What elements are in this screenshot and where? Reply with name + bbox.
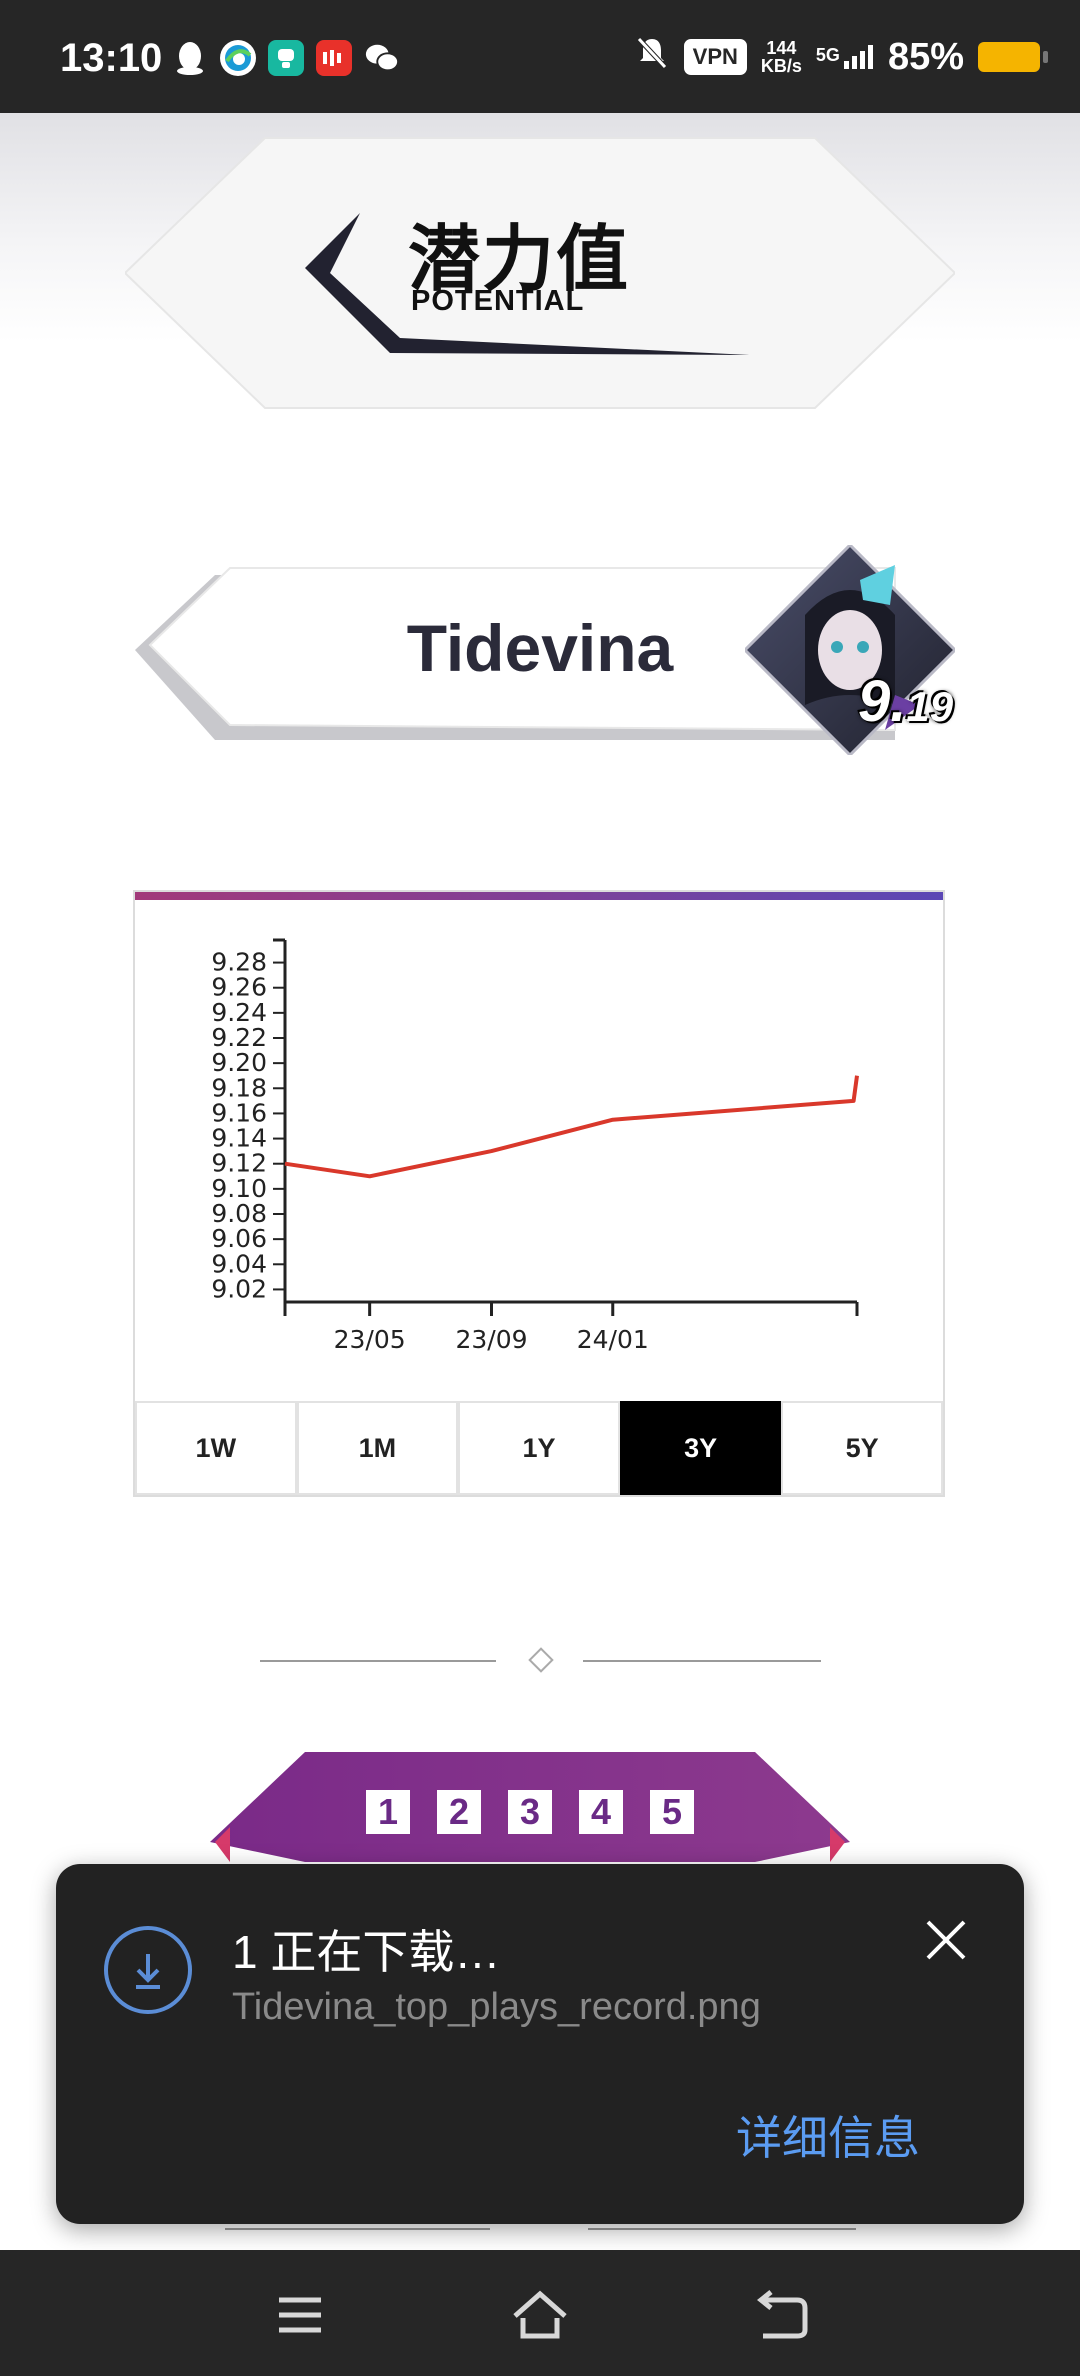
battery-icon (978, 42, 1048, 72)
mute-icon (634, 34, 670, 80)
toutiao-icon (316, 40, 352, 76)
section-divider-right (583, 1660, 821, 1662)
potential-chart-card: 9.28 9.26 9.24 9.22 9.20 9.18 9.16 9.14 9.12 9.10… (133, 890, 945, 1497)
system-nav-bar (0, 2250, 1080, 2376)
chart-accent-bar (135, 892, 943, 900)
signal-icon: 5G (816, 45, 874, 69)
edge-icon (220, 40, 256, 76)
status-right: VPN 144 KB/s 5G 85% (634, 34, 1048, 80)
download-filename: Tidevina_top_plays_record.png (232, 1986, 761, 2028)
range-button-1w[interactable]: 1W (135, 1401, 297, 1495)
range-button-5y[interactable]: 5Y (781, 1401, 943, 1495)
assistant-icon (268, 40, 304, 76)
download-toast: 1 正在下载… Tidevina_top_plays_record.png 详细… (56, 1864, 1024, 2224)
range-button-1m[interactable]: 1M (296, 1401, 459, 1495)
status-time: 13:10 (60, 36, 163, 80)
x-tick-label: 23/05 (334, 1325, 406, 1354)
vpn-badge: VPN (683, 39, 747, 75)
ranking-tab-1[interactable]: 1 (366, 1790, 410, 1834)
status-bar: 13:10 VPN 144 KB/s 5G 85% (0, 0, 1080, 113)
lower-divider-left (225, 2228, 490, 2230)
potential-value: 9.19 (858, 669, 954, 734)
download-icon (104, 1926, 192, 2014)
divider-diamond (528, 1647, 554, 1673)
range-button-1y[interactable]: 1Y (458, 1401, 620, 1495)
download-status-text: 1 正在下载… (232, 1926, 501, 1978)
ranking-tab-5[interactable]: 5 (650, 1790, 694, 1834)
home-icon[interactable] (505, 2280, 575, 2350)
ranking-tab-2[interactable]: 2 (437, 1790, 481, 1834)
player-name: Tidevina (406, 611, 674, 685)
qq-icon (172, 40, 208, 76)
x-tick-label: 23/09 (455, 1325, 527, 1354)
ranking-tab-3[interactable]: 3 (508, 1790, 552, 1834)
notification-icons (172, 40, 400, 76)
battery-percent: 85% (887, 35, 964, 78)
menu-icon[interactable] (265, 2280, 335, 2350)
lower-divider-right (588, 2228, 856, 2230)
range-button-3y[interactable]: 3Y (619, 1401, 782, 1495)
ranking-tab-4[interactable]: 4 (579, 1790, 623, 1834)
close-icon[interactable] (918, 1912, 974, 1968)
page-subtitle: POTENTIAL (411, 285, 585, 317)
back-icon[interactable] (745, 2280, 815, 2350)
details-link[interactable]: 详细信息 (736, 2102, 920, 2168)
y-tick-label: 9.02 (211, 1274, 267, 1303)
section-divider-left (260, 1660, 496, 1662)
potential-series-line (284, 1075, 859, 1179)
time-range-selector: 1W 1M 1Y 3Y 5Y (135, 1401, 943, 1495)
net-speed: 144 KB/s (760, 38, 802, 76)
x-tick-label: 24/01 (577, 1325, 649, 1354)
wechat-icon (364, 40, 400, 76)
potential-line-chart: 9.289.269.249.229.209.189.169.149.129.10… (211, 938, 859, 1354)
